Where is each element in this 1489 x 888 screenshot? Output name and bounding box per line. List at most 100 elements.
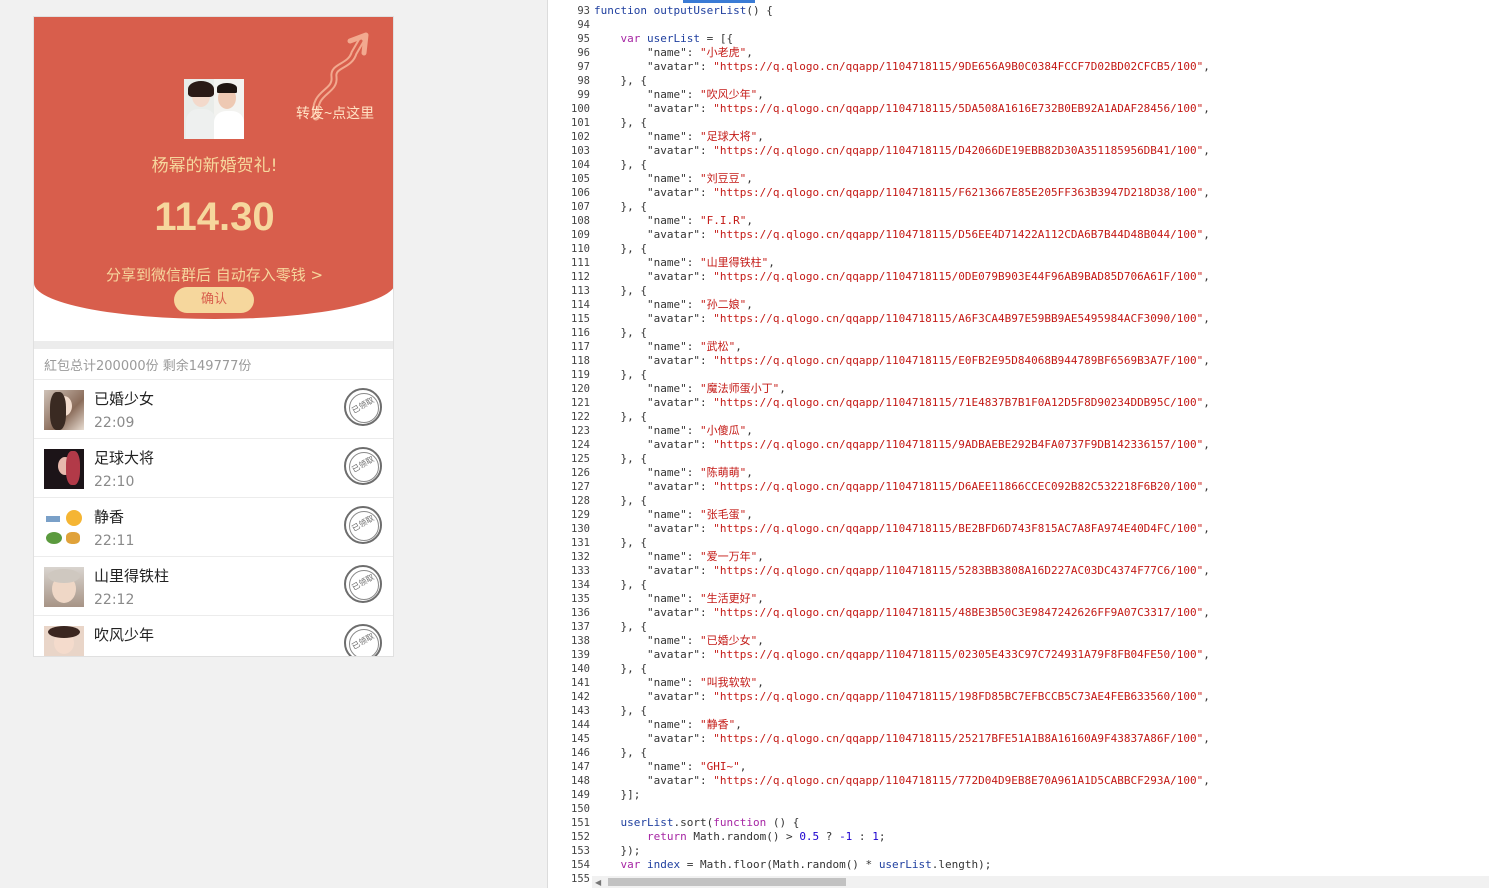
red-packet-summary: 紅包总计200000份 剩余149777份 [44,359,252,374]
code-token: , [1203,690,1210,703]
confirm-button[interactable]: 确认 [174,287,254,313]
code-token: "武松" [699,340,736,353]
code-token: "name": [594,46,700,59]
line-number: 146 [571,747,590,759]
line-number: 109 [571,229,590,241]
line-number: 99 [577,89,590,101]
code-token: function [594,4,654,17]
horizontal-scrollbar[interactable]: ◀ [592,876,1489,888]
code-token: "name": [594,634,700,647]
code-token: "avatar": [594,144,714,157]
list-item: 山里得铁柱 22:12 已领取 [34,556,393,615]
code-line: "name": "静香", [594,718,1210,732]
code-line: "avatar": "https://q.qlogo.cn/qqapp/1104… [594,228,1210,242]
line-number: 110 [571,243,590,255]
line-number: 125 [571,453,590,465]
code-line: "avatar": "https://q.qlogo.cn/qqapp/1104… [594,144,1210,158]
code-line: "name": "张毛蛋", [594,508,1210,522]
received-stamp-icon: 已领取 [344,447,382,485]
receiver-name: 吹风少年 [94,626,155,644]
line-number: 108 [571,215,590,227]
code-token: "https://q.qlogo.cn/qqapp/1104718115/D6A… [713,480,1204,493]
line-number: 122 [571,411,590,423]
receiver-list: 已婚少女 22:09 已领取 足球大将 22:10 已领取 静香 22:11 已… [34,379,393,656]
line-number: 95 [577,33,590,45]
code-line: "avatar": "https://q.qlogo.cn/qqapp/1104… [594,102,1210,116]
code-token: "avatar": [594,438,714,451]
line-number: 145 [571,733,590,745]
line-number: 135 [571,593,590,605]
code-token: "生活更好" [699,592,758,605]
code-token: .sort( [673,816,714,829]
code-token: "avatar": [594,774,714,787]
code-line: "avatar": "https://q.qlogo.cn/qqapp/1104… [594,564,1210,578]
red-packet-title: 杨幂的新婚贺礼! [151,156,278,176]
line-number: 113 [571,285,590,297]
code-line: }, { [594,662,1210,676]
code-token: , [1203,606,1210,619]
stamp-label: 已领取 [350,631,376,652]
list-item: 已婚少女 22:09 已领取 [34,379,393,438]
code-token: "https://q.qlogo.cn/qqapp/1104718115/198… [713,690,1204,703]
code-line: "avatar": "https://q.qlogo.cn/qqapp/1104… [594,648,1210,662]
code-token: "avatar": [594,228,714,241]
code-token: "陈萌萌" [699,466,747,479]
code-token: }, { [594,494,647,507]
code-line: var userList = [{ [594,32,1210,46]
avatar [44,449,84,489]
code-line: }); [594,844,1210,858]
code-token: }, { [594,74,647,87]
share-tip-link[interactable]: 分享到微信群后 自动存入零钱 > [34,264,393,285]
code-token: "avatar": [594,270,714,283]
code-token: , [746,172,753,185]
line-number: 102 [571,131,590,143]
code-line: "name": "小老虎", [594,46,1210,60]
stamp-label: 已领取 [350,454,376,475]
line-number: 100 [571,103,590,115]
line-number: 118 [571,355,590,367]
line-number: 149 [571,789,590,801]
code-token: }]; [594,788,641,801]
code-token: "https://q.qlogo.cn/qqapp/1104718115/71E… [713,396,1204,409]
code-token: "name": [594,718,700,731]
forward-tip[interactable]: 转发~点这里 [296,103,374,123]
code-token: "孙二娘" [699,298,747,311]
code-token: "已婚少女" [699,634,758,647]
code-token: : [852,830,873,843]
code-line: "name": "刘豆豆", [594,172,1210,186]
red-packet-hero: 转发~点这里 杨幂的新婚贺礼! 114.30 分享到微信群后 自动存入零钱 > … [34,17,393,319]
code-token: }, { [594,578,647,591]
code-line: "avatar": "https://q.qlogo.cn/qqapp/1104… [594,354,1210,368]
code-token: return [646,830,694,843]
code-token: , [746,424,753,437]
line-number: 115 [571,313,590,325]
code-token: "爱一万年" [699,550,758,563]
code-content[interactable]: function outputUserList() { var userList… [594,4,1210,886]
code-editor[interactable]: 93 94 95 96 97 98 99 100 101 102 103 104 105 106 107 10… [547,0,1489,888]
line-number: 114 [571,299,590,311]
code-line: "name": "吹风少年", [594,88,1210,102]
code-token: = Math.floor(Math.random() * [680,858,879,871]
scrollbar-thumb[interactable] [608,878,846,886]
code-line: "name": "已婚少女", [594,634,1210,648]
code-line: }, { [594,494,1210,508]
code-token: "小傻瓜" [699,424,747,437]
scroll-left-arrow-icon[interactable]: ◀ [595,878,601,887]
code-token: userList [878,858,932,871]
code-token: , [1203,732,1210,745]
code-line: "avatar": "https://q.qlogo.cn/qqapp/1104… [594,480,1210,494]
code-token: "https://q.qlogo.cn/qqapp/1104718115/0DE… [713,270,1204,283]
code-line: }, { [594,326,1210,340]
code-token: , [1203,60,1210,73]
line-number: 152 [571,831,590,843]
code-token: , [739,760,747,773]
code-token: }, { [594,704,647,717]
code-token: , [1203,396,1210,409]
code-line: "avatar": "https://q.qlogo.cn/qqapp/1104… [594,690,1210,704]
code-line: "name": "小傻瓜", [594,424,1210,438]
code-token: , [1203,354,1210,367]
stamp-label: 已领取 [350,572,376,593]
code-token: var [620,858,647,871]
code-token: "avatar": [594,102,714,115]
line-number: 141 [571,677,590,689]
